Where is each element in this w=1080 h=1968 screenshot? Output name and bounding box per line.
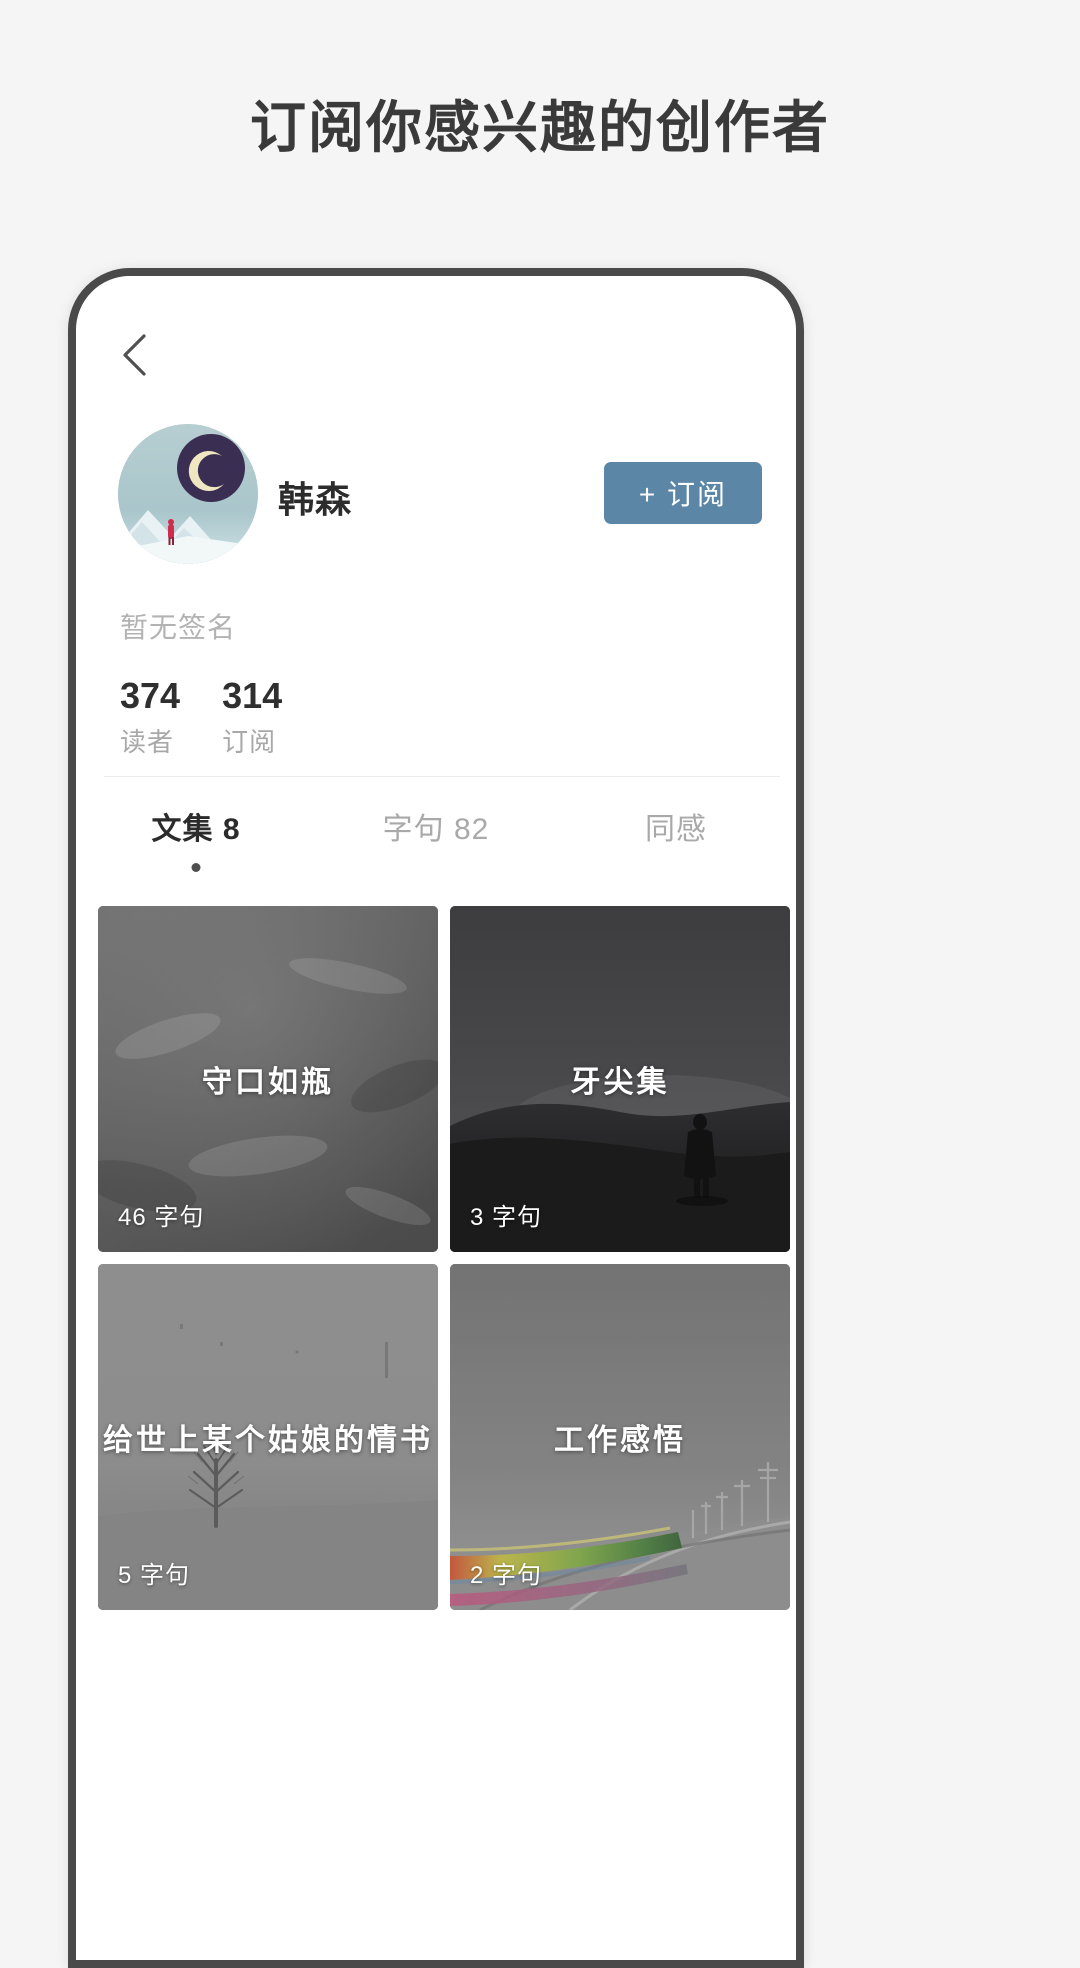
collection-card[interactable]: 给世上某个姑娘的情书 5 字句 — [98, 1264, 438, 1610]
collection-title: 工作感悟 — [554, 1424, 686, 1457]
tab-resonance[interactable]: 同感 — [556, 804, 796, 874]
stat-label: 读者 — [120, 727, 175, 758]
tab-active-indicator — [191, 863, 201, 872]
promo-headline: 订阅你感兴趣的创作者 — [250, 98, 830, 160]
stat-subscriptions[interactable]: 314 订阅 — [222, 675, 283, 759]
nav-bar — [76, 320, 796, 390]
stat-value: 374 — [120, 675, 181, 716]
tab-collections[interactable]: 文集 8 — [76, 804, 316, 874]
collection-title: 守口如瓶 — [202, 1066, 334, 1099]
tab-bar: 文集 8 字句 82 同感 — [76, 804, 796, 874]
section-divider — [104, 776, 780, 777]
tab-label: 同感 — [645, 813, 707, 846]
collection-count: 3 字句 — [470, 1204, 543, 1231]
phone-mockup-frame: 韩森 + 订阅 暂无签名 374 读者 314 订阅 文集 8 字句 82 同感… — [68, 268, 804, 1968]
user-name: 韩森 — [278, 479, 353, 520]
collection-card[interactable]: 牙尖集 3 字句 — [450, 906, 790, 1252]
user-bio: 暂无签名 — [120, 612, 237, 643]
collection-card[interactable]: 守口如瓶 46 字句 — [98, 906, 438, 1252]
collection-grid: 守口如瓶 46 字句 牙尖集 3 字句 给世上某个姑娘的情书 5 字句 工作感悟… — [98, 906, 790, 1610]
tab-label: 文集 8 — [151, 813, 241, 846]
stat-label: 订阅 — [222, 727, 277, 758]
collection-title: 牙尖集 — [570, 1066, 670, 1099]
avatar[interactable] — [118, 424, 258, 564]
subscribe-button[interactable]: + 订阅 — [604, 462, 762, 524]
chevron-left-icon — [123, 334, 146, 376]
collection-count: 46 字句 — [118, 1204, 205, 1231]
collection-card[interactable]: 工作感悟 2 字句 — [450, 1264, 790, 1610]
moon-mountain-avatar-icon — [118, 424, 258, 564]
phone-screen: 韩森 + 订阅 暂无签名 374 读者 314 订阅 文集 8 字句 82 同感… — [76, 276, 796, 1960]
collection-title: 给世上某个姑娘的情书 — [103, 1424, 433, 1457]
tab-label: 字句 82 — [382, 813, 490, 846]
stat-readers[interactable]: 374 读者 — [120, 675, 181, 759]
back-button[interactable] — [110, 328, 164, 382]
stats-row: 374 读者 314 订阅 — [120, 675, 324, 759]
stat-value: 314 — [222, 675, 283, 716]
tab-phrases[interactable]: 字句 82 — [316, 804, 556, 874]
collection-count: 2 字句 — [470, 1562, 543, 1589]
collection-count: 5 字句 — [118, 1562, 191, 1589]
